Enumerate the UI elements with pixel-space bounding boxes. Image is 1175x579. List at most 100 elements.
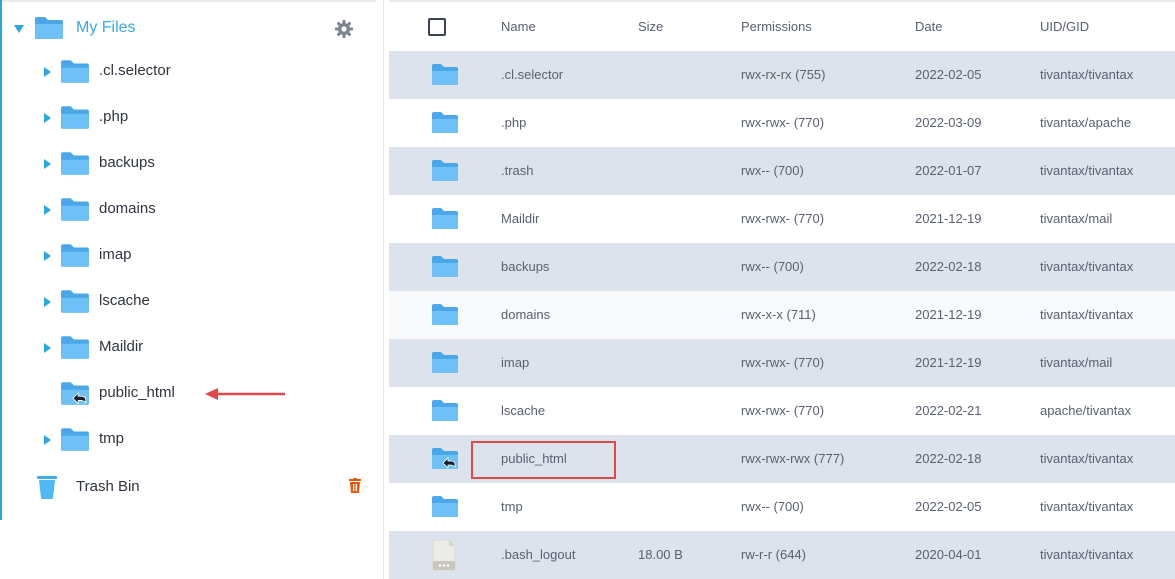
table-row[interactable]: public_html rwx-rwx-rwx (777) 2022-02-18 ti…: [389, 435, 1175, 483]
tree-item-label: .cl.selector: [99, 62, 171, 79]
caret-right-icon[interactable]: [44, 343, 51, 353]
gear-icon[interactable]: [334, 19, 354, 39]
table-row[interactable]: .cl.selector rwx-rx-rx (755) 2022-02-05 tiv…: [389, 51, 1175, 99]
table-row[interactable]: .trash rwx-- (700) 2022-01-07 tivantax/tiva…: [389, 147, 1175, 195]
row-icon-wrap: [431, 303, 459, 331]
sidebar-top-divider: [2, 0, 376, 2]
row-icon-wrap: [432, 539, 456, 576]
cell-size: 18.00 B: [638, 547, 683, 562]
cell-date: 2020-04-01: [915, 547, 982, 562]
cell-date: 2022-02-21: [915, 403, 982, 418]
table-row[interactable]: Maildir rwx-rwx- (770) 2021-12-19 tivantax/…: [389, 195, 1175, 243]
tree-item-label: domains: [99, 200, 156, 217]
caret-down-icon[interactable]: [14, 25, 24, 33]
column-header-date[interactable]: Date: [915, 19, 942, 34]
tree-item[interactable]: imap: [0, 236, 384, 276]
cell-date: 2021-12-19: [915, 211, 982, 226]
select-all-checkbox[interactable]: [428, 18, 446, 36]
tree-item[interactable]: public_html: [0, 374, 384, 414]
cell-name[interactable]: lscache: [501, 403, 545, 418]
caret-right-icon[interactable]: [44, 113, 51, 123]
cell-date: 2021-12-19: [915, 355, 982, 370]
cell-date: 2022-02-18: [915, 451, 982, 466]
caret-right-icon[interactable]: [44, 251, 51, 261]
symlink-folder-icon: [61, 382, 89, 405]
cell-uid-gid: tivantax/mail: [1040, 355, 1113, 370]
caret-right-icon[interactable]: [44, 435, 51, 445]
cell-date: 2022-02-18: [915, 259, 982, 274]
tree-item[interactable]: backups: [0, 144, 384, 184]
empty-trash-icon[interactable]: [348, 478, 362, 494]
cell-permissions: rw-r-r (644): [741, 547, 806, 562]
folder-icon: [432, 352, 458, 373]
cell-name[interactable]: Maildir: [501, 211, 539, 226]
column-header-permissions[interactable]: Permissions: [741, 19, 812, 34]
cell-permissions: rwx-- (700): [741, 259, 804, 274]
table-row[interactable]: lscache rwx-rwx- (770) 2022-02-21 apache/ti…: [389, 387, 1175, 435]
tree-folder-wrap: [60, 105, 90, 135]
caret-right-icon[interactable]: [44, 205, 51, 215]
annotation-highlight-box: [471, 441, 616, 479]
column-header-size[interactable]: Size: [638, 19, 663, 34]
table-row[interactable]: .bash_logout 18.00 B rw-r-r (644) 2020-04-0…: [389, 531, 1175, 579]
tree-root-label: My Files: [76, 19, 136, 36]
tree-folder-wrap: [60, 151, 90, 181]
folder-icon: [61, 198, 89, 221]
folder-icon: [61, 290, 89, 313]
tree-item[interactable]: domains: [0, 190, 384, 230]
tree-item[interactable]: .php: [0, 98, 384, 138]
cell-permissions: rwx-x-x (711): [741, 307, 816, 322]
cell-permissions: rwx-rx-rx (755): [741, 67, 826, 82]
tree-folder-wrap: [60, 381, 90, 411]
tree-root-my-files[interactable]: My Files: [0, 8, 384, 50]
file-icon: [432, 539, 456, 571]
folder-icon: [432, 496, 458, 517]
column-header-uid-gid[interactable]: UID/GID: [1040, 19, 1089, 34]
tree-item[interactable]: lscache: [0, 282, 384, 322]
cell-name[interactable]: .php: [501, 115, 526, 130]
tree-item-label: imap: [99, 246, 132, 263]
cell-name[interactable]: .trash: [501, 163, 534, 178]
tree-folder-wrap: [60, 427, 90, 457]
table-row[interactable]: .php rwx-rwx- (770) 2022-03-09 tivantax/apa…: [389, 99, 1175, 147]
file-list-panel: Name Size Permissions Date UID/GID .cl.s…: [389, 0, 1175, 579]
table-row[interactable]: domains rwx-x-x (711) 2021-12-19 tivantax/t…: [389, 291, 1175, 339]
caret-right-icon[interactable]: [44, 159, 51, 169]
cell-uid-gid: tivantax/tivantax: [1040, 163, 1134, 178]
tree-item-label: .php: [99, 108, 129, 125]
cell-uid-gid: tivantax/tivantax: [1040, 547, 1134, 562]
folder-icon: [61, 106, 89, 129]
cell-permissions: rwx-rwx- (770): [741, 211, 825, 226]
table-row[interactable]: imap rwx-rwx- (770) 2021-12-19 tivantax/mai…: [389, 339, 1175, 387]
cell-uid-gid: tivantax/tivantax: [1040, 259, 1134, 274]
cell-date: 2021-12-19: [915, 307, 982, 322]
cell-date: 2022-03-09: [915, 115, 982, 130]
caret-right-icon[interactable]: [44, 67, 51, 77]
cell-permissions: rwx-- (700): [741, 499, 804, 514]
folder-icon: [61, 60, 89, 83]
column-header-name[interactable]: Name: [501, 19, 536, 34]
tree-item[interactable]: Maildir: [0, 328, 384, 368]
table-row[interactable]: backups rwx-- (700) 2022-02-18 tivantax/tiv…: [389, 243, 1175, 291]
cell-name[interactable]: .cl.selector: [501, 67, 563, 82]
tree-item[interactable]: tmp: [0, 420, 384, 460]
cell-name[interactable]: backups: [501, 259, 549, 274]
cell-date: 2022-02-05: [915, 67, 982, 82]
cell-permissions: rwx-rwx- (770): [741, 403, 825, 418]
cell-name[interactable]: tmp: [501, 499, 523, 514]
folder-icon: [432, 160, 458, 181]
cell-date: 2022-02-05: [915, 499, 982, 514]
cell-uid-gid: tivantax/tivantax: [1040, 451, 1134, 466]
annotation-arrow-icon: [205, 388, 285, 400]
table-row[interactable]: tmp rwx-- (700) 2022-02-05 tivantax/tivanta…: [389, 483, 1175, 531]
folder-icon: [61, 152, 89, 175]
cell-uid-gid: tivantax/tivantax: [1040, 67, 1134, 82]
cell-name[interactable]: domains: [501, 307, 550, 322]
caret-right-icon[interactable]: [44, 297, 51, 307]
tree-item[interactable]: .cl.selector: [0, 52, 384, 92]
cell-uid-gid: tivantax/apache: [1040, 115, 1132, 130]
cell-name[interactable]: .bash_logout: [501, 547, 575, 562]
tree-trash-bin[interactable]: Trash Bin: [0, 468, 384, 504]
folder-icon: [61, 244, 89, 267]
cell-name[interactable]: imap: [501, 355, 529, 370]
